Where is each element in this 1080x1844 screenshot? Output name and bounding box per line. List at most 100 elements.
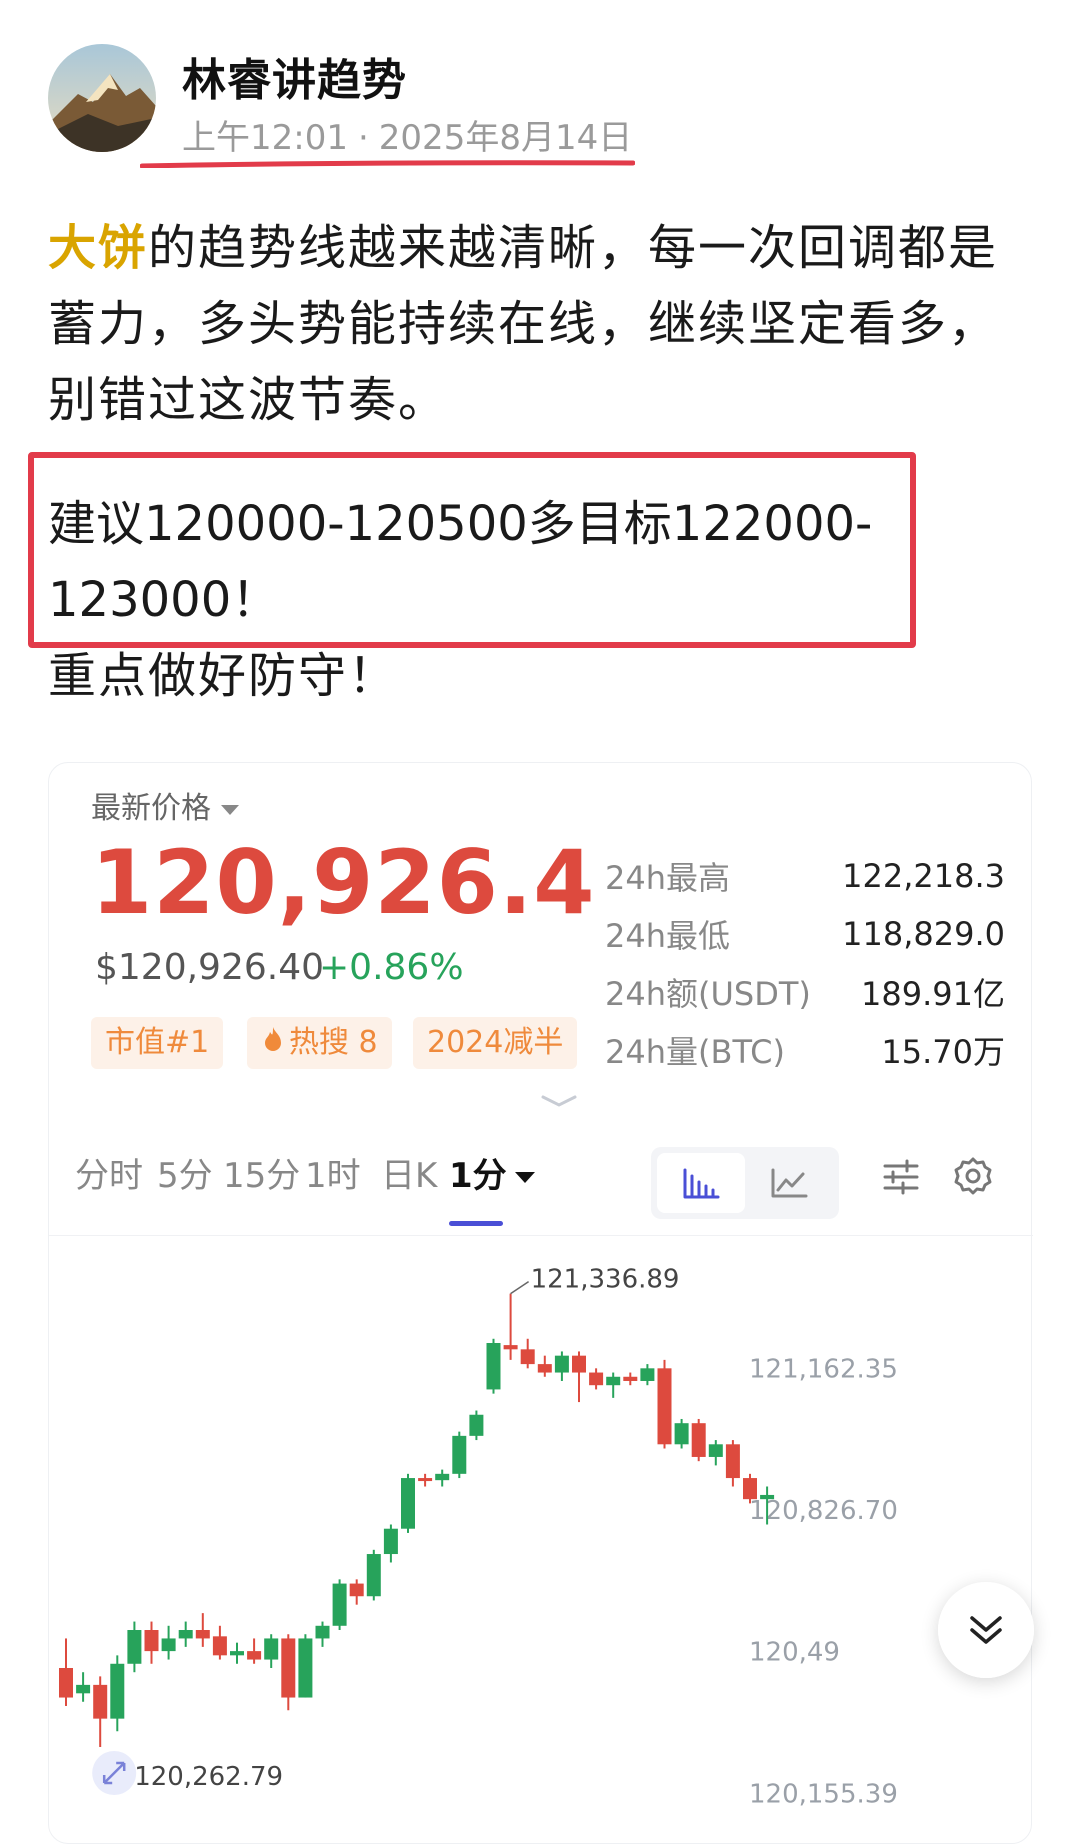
candle-body[interactable] <box>520 1349 535 1365</box>
stat-row: 24h量(BTC) 15.70万 <box>605 1021 1005 1079</box>
tag-halving[interactable]: 2024减半 <box>413 1017 578 1069</box>
candle-body[interactable] <box>178 1630 193 1639</box>
stat-label: 24h最低 <box>605 917 731 955</box>
stat-value: 189.91亿 <box>861 975 1005 1013</box>
candle-body[interactable] <box>743 1478 757 1500</box>
candle-body[interactable] <box>366 1554 381 1597</box>
candle-body[interactable] <box>640 1368 655 1381</box>
candle-body[interactable] <box>674 1423 689 1445</box>
candle-body[interactable] <box>110 1663 125 1719</box>
ticker-card[interactable]: 最新价格 120,926.4 $120,926.40 +0.86% 市值#1 热… <box>48 762 1033 1844</box>
candle-body[interactable] <box>418 1478 433 1482</box>
stats-panel: 24h最高 122,218.3 24h最低 118,829.0 24h额(USDT)… <box>605 847 1005 1079</box>
candlestick-icon <box>683 1168 720 1199</box>
post-meta: 上午12:01 · 2025年8月14日 <box>182 110 632 159</box>
candle-body[interactable] <box>59 1667 73 1698</box>
candle-body[interactable] <box>264 1638 279 1660</box>
candle-body[interactable] <box>76 1684 91 1694</box>
stat-value: 118,829.0 <box>842 915 1005 953</box>
price-axis-label: 120,826.70 <box>749 1496 898 1526</box>
candle-body[interactable] <box>760 1494 775 1500</box>
candle-body[interactable] <box>486 1342 501 1390</box>
candle-body[interactable] <box>349 1583 364 1597</box>
candle-body[interactable] <box>298 1638 313 1698</box>
candle-body[interactable] <box>469 1414 484 1436</box>
candlestick-mode-button[interactable] <box>657 1153 745 1213</box>
stat-row: 24h最低 118,829.0 <box>605 905 1005 963</box>
post-keyword[interactable]: 大饼 <box>48 220 148 276</box>
tab-1min-dropdown[interactable]: 1分 <box>449 1141 535 1211</box>
stat-value: 15.70万 <box>881 1033 1005 1071</box>
candle-body[interactable] <box>589 1372 604 1386</box>
candle-body[interactable] <box>332 1583 347 1626</box>
post-body-text: 的趋势线越来越清晰，每一次回调都是蓄力，多头势能持续在线，继续坚定看多，别错过这… <box>48 220 999 428</box>
price-axis-label: 120,49 <box>749 1638 840 1668</box>
stat-row: 24h额(USDT) 189.91亿 <box>605 963 1005 1021</box>
author-avatar[interactable] <box>48 44 156 152</box>
tab-daily[interactable]: 日K <box>381 1141 437 1211</box>
tag-market-cap[interactable]: 市值#1 <box>91 1017 224 1069</box>
tab-15min[interactable]: 15分 <box>223 1141 300 1211</box>
candle-body[interactable] <box>161 1638 176 1652</box>
candle-body[interactable] <box>725 1444 740 1479</box>
post-time: 上午12:01 <box>182 118 348 158</box>
candle-body[interactable] <box>93 1684 108 1719</box>
usd-price: $120,926.40 <box>95 947 325 988</box>
last-price: 120,926.4 <box>91 831 596 934</box>
candle-body[interactable] <box>144 1630 159 1652</box>
post-date: 2025年8月14日 <box>378 118 633 158</box>
caret-down-icon <box>514 1172 535 1183</box>
post-footer-text: 重点做好防守！ <box>48 648 399 704</box>
double-chevron-down-icon <box>970 1616 1002 1644</box>
candlestick-chart[interactable]: 121,162.35 120,826.70 120,49 120,155.39 121,… <box>49 1241 1033 1844</box>
tag-hot-search-label: 热搜 8 <box>289 1025 378 1060</box>
candle-body[interactable] <box>401 1478 415 1529</box>
candle-body[interactable] <box>572 1355 586 1373</box>
candle-body[interactable] <box>623 1376 638 1381</box>
candle-body[interactable] <box>657 1368 672 1445</box>
candle-body[interactable] <box>606 1376 621 1386</box>
stat-label: 24h量(BTC) <box>605 1033 785 1071</box>
price-axis-label: 120,155.39 <box>749 1779 898 1809</box>
candle-body[interactable] <box>315 1625 330 1639</box>
candle-body[interactable] <box>127 1630 142 1664</box>
scroll-down-button[interactable] <box>938 1582 1034 1678</box>
tab-5min[interactable]: 5分 <box>157 1141 213 1211</box>
candle-body[interactable] <box>537 1364 552 1373</box>
gear-icon[interactable] <box>951 1155 995 1199</box>
high-marker-line <box>510 1281 530 1295</box>
timeframe-tabs: 分时 5分 15分 1时 日K 1分 <box>49 1141 1033 1229</box>
price-change: +0.86% <box>319 947 464 988</box>
expand-chevron-icon[interactable] <box>539 1091 579 1111</box>
price-type-dropdown[interactable]: 最新价格 <box>91 783 239 827</box>
candle-body[interactable] <box>554 1355 569 1373</box>
candle-body[interactable] <box>212 1636 227 1656</box>
price-axis-label: 121,162.35 <box>749 1354 898 1384</box>
meta-separator: · <box>357 118 369 158</box>
candle-body[interactable] <box>230 1651 244 1656</box>
low-price-label: 120,262.79 <box>134 1762 283 1792</box>
caret-down-icon <box>221 804 239 815</box>
candle-body[interactable] <box>383 1528 398 1555</box>
tab-1hour[interactable]: 1时 <box>305 1141 361 1211</box>
candle-body[interactable] <box>195 1630 210 1639</box>
callout-text: 建议120000-120500多目标122000-123000！ <box>48 496 873 628</box>
line-mode-button[interactable] <box>745 1153 833 1213</box>
author-name[interactable]: 林睿讲趋势 <box>182 44 407 108</box>
indicator-settings-icon[interactable] <box>879 1155 923 1199</box>
candle-body[interactable] <box>691 1423 706 1457</box>
high-price-label: 121,336.89 <box>531 1265 680 1295</box>
candle-body[interactable] <box>452 1435 467 1474</box>
price-type-label: 最新价格 <box>91 791 211 826</box>
red-underline-annotation <box>140 160 635 168</box>
stat-row: 24h最高 122,218.3 <box>605 847 1005 905</box>
candle-body[interactable] <box>708 1444 723 1457</box>
tag-hot-search[interactable]: 热搜 8 <box>247 1017 392 1069</box>
post-body: 大饼的趋势线越来越清晰，每一次回调都是蓄力，多头势能持续在线，继续坚定看多，别错… <box>48 210 1038 438</box>
candle-body[interactable] <box>503 1345 518 1350</box>
tab-timeshare[interactable]: 分时 <box>75 1141 143 1211</box>
candle-body[interactable] <box>281 1638 296 1698</box>
stat-label: 24h额(USDT) <box>605 975 811 1013</box>
candle-body[interactable] <box>435 1473 450 1481</box>
candle-body[interactable] <box>247 1651 262 1660</box>
